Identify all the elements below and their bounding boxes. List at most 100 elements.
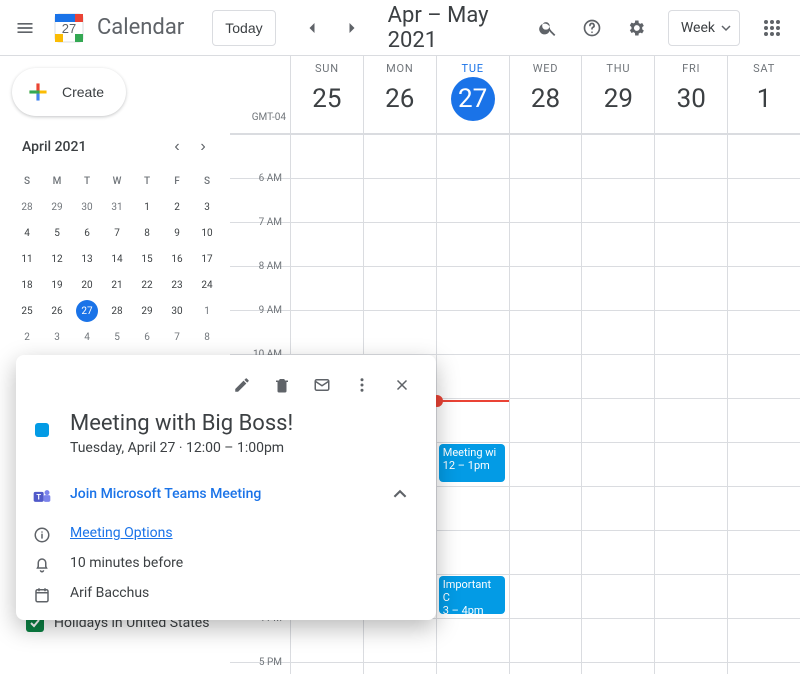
delete-event-button[interactable] <box>264 367 300 403</box>
minical-day[interactable]: 5 <box>42 220 72 246</box>
day-header[interactable]: SUN25 <box>290 56 363 133</box>
day-number[interactable]: 26 <box>378 77 422 121</box>
minical-day[interactable]: 2 <box>12 324 42 350</box>
minical-day[interactable]: 16 <box>162 246 192 272</box>
minical-day[interactable]: 31 <box>102 194 132 220</box>
event-subtitle: Tuesday, April 27 · 12:00 – 1:00pm <box>70 440 420 456</box>
day-header[interactable]: MON26 <box>363 56 436 133</box>
minical-day[interactable]: 19 <box>42 272 72 298</box>
day-header[interactable]: SAT 1 <box>727 56 800 133</box>
event-color-chip <box>35 423 49 437</box>
close-popup-button[interactable] <box>384 367 420 403</box>
minical-day[interactable]: 23 <box>162 272 192 298</box>
day-header[interactable]: FRI 30 <box>654 56 727 133</box>
minical-day[interactable]: 15 <box>132 246 162 272</box>
create-button[interactable]: Create <box>12 68 126 116</box>
day-number[interactable]: 25 <box>305 77 349 121</box>
minical-day[interactable]: 29 <box>132 298 162 324</box>
more-options-button[interactable] <box>344 367 380 403</box>
day-header[interactable]: WED28 <box>509 56 582 133</box>
minical-day[interactable]: 30 <box>162 298 192 324</box>
view-picker[interactable]: Week <box>668 10 740 46</box>
day-column[interactable] <box>581 134 654 674</box>
collapse-meeting-button[interactable] <box>380 474 420 514</box>
minical-day[interactable]: 28 <box>102 298 132 324</box>
minical-day[interactable]: 12 <box>42 246 72 272</box>
day-column[interactable] <box>727 134 800 674</box>
minical-day[interactable]: 18 <box>12 272 42 298</box>
timezone-hint: GMT-04 <box>230 112 290 123</box>
day-column[interactable]: Meeting wi12 – 1pm Important C3 – 4pm <box>436 134 509 674</box>
minical-day[interactable]: 5 <box>102 324 132 350</box>
plus-icon <box>24 78 52 106</box>
range-nav <box>292 8 372 48</box>
minical-day[interactable]: 6 <box>72 220 102 246</box>
minical-day[interactable]: 17 <box>192 246 222 272</box>
edit-event-button[interactable] <box>224 367 260 403</box>
minical-day[interactable]: 1 <box>192 298 222 324</box>
join-meeting-link[interactable]: Join Microsoft Teams Meeting <box>70 486 261 502</box>
event-block[interactable]: Meeting wi12 – 1pm <box>439 444 505 482</box>
day-number[interactable]: 1 <box>742 77 786 121</box>
minical-day[interactable]: 22 <box>132 272 162 298</box>
minical-day[interactable]: 1 <box>132 194 162 220</box>
today-button[interactable]: Today <box>212 10 275 46</box>
search-button[interactable] <box>528 8 568 48</box>
minical-day[interactable]: 10 <box>192 220 222 246</box>
day-number[interactable]: 27 <box>451 77 495 121</box>
minical-day[interactable]: 3 <box>42 324 72 350</box>
minical-next[interactable]: › <box>190 134 216 160</box>
minical-day[interactable]: 7 <box>102 220 132 246</box>
minical-day[interactable]: 26 <box>42 298 72 324</box>
day-column[interactable] <box>509 134 582 674</box>
view-label: Week <box>681 20 715 36</box>
minical-day[interactable]: 30 <box>72 194 102 220</box>
meeting-options-link[interactable]: Meeting Options <box>70 525 173 541</box>
day-column[interactable] <box>654 134 727 674</box>
minical-day[interactable]: 3 <box>192 194 222 220</box>
minical-day[interactable]: 8 <box>132 220 162 246</box>
event-block-time: 12 – 1pm <box>443 459 501 472</box>
minical-day[interactable]: 4 <box>72 324 102 350</box>
minical-dow: W <box>102 168 132 194</box>
day-number[interactable]: 28 <box>524 77 568 121</box>
help-button[interactable] <box>572 8 612 48</box>
menu-button[interactable] <box>8 8 43 48</box>
minical-day[interactable]: 6 <box>132 324 162 350</box>
minical-day[interactable]: 28 <box>12 194 42 220</box>
minical-day[interactable]: 24 <box>192 272 222 298</box>
apps-button[interactable] <box>752 8 792 48</box>
minical-day[interactable]: 14 <box>102 246 132 272</box>
settings-button[interactable] <box>616 8 656 48</box>
day-header[interactable]: THU29 <box>581 56 654 133</box>
event-block-time: 3 – 4pm <box>443 604 501 614</box>
minical-day[interactable]: 11 <box>12 246 42 272</box>
day-number[interactable]: 29 <box>596 77 640 121</box>
prev-period-button[interactable] <box>292 8 332 48</box>
minical-day[interactable]: 27 <box>76 300 98 322</box>
day-number[interactable]: 30 <box>669 77 713 121</box>
minical-prev[interactable]: ‹ <box>164 134 190 160</box>
minical-day[interactable]: 4 <box>12 220 42 246</box>
minical-day[interactable]: 7 <box>162 324 192 350</box>
minical-dow: M <box>42 168 72 194</box>
header: 27 Calendar Today Apr – May 2021 Week <box>0 0 800 56</box>
now-indicator <box>437 400 509 402</box>
minical-day[interactable]: 20 <box>72 272 102 298</box>
event-block[interactable]: Important C3 – 4pm <box>439 576 505 614</box>
calendar-logo-icon: 27 <box>51 10 87 46</box>
minical-day[interactable]: 2 <box>162 194 192 220</box>
minical-day[interactable]: 8 <box>192 324 222 350</box>
email-guests-button[interactable] <box>304 367 340 403</box>
minical-day[interactable]: 29 <box>42 194 72 220</box>
dow-label: FRI <box>655 62 727 75</box>
minical-dow: S <box>192 168 222 194</box>
minical-day[interactable]: 25 <box>12 298 42 324</box>
reminder-text: 10 minutes before <box>70 555 183 571</box>
minical-day[interactable]: 21 <box>102 272 132 298</box>
minical-day[interactable]: 9 <box>162 220 192 246</box>
minical-day[interactable]: 13 <box>72 246 102 272</box>
next-period-button[interactable] <box>332 8 372 48</box>
day-header[interactable]: TUE27 <box>436 56 509 133</box>
dow-label: SAT <box>728 62 800 75</box>
